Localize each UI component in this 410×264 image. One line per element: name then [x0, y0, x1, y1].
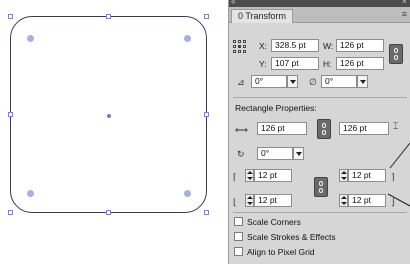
- artboard-canvas[interactable]: [0, 0, 225, 264]
- corner-tr-field[interactable]: 12 pt: [348, 169, 386, 182]
- align-pixel-grid-label: Align to Pixel Grid: [247, 247, 315, 257]
- center-point: [107, 114, 111, 118]
- corner-type-tl-icon[interactable]: ⌈: [233, 172, 237, 182]
- corner-tl-field[interactable]: 12 pt: [254, 169, 292, 182]
- corner-bl-field[interactable]: 12 pt: [254, 194, 292, 207]
- corner-bl-stepper[interactable]: [245, 194, 254, 207]
- tab-transform[interactable]: 0 Transform: [231, 9, 294, 23]
- x-field[interactable]: 328.5 pt: [271, 39, 319, 52]
- rotate-angle-icon: ⊿: [237, 77, 245, 87]
- corner-widget-bottom-right[interactable]: [184, 190, 191, 197]
- section-divider: [233, 97, 407, 98]
- close-icon[interactable]: ×: [402, 0, 407, 6]
- rect-rotation-dropdown[interactable]: [293, 147, 304, 160]
- constrain-proportions-button[interactable]: [389, 44, 403, 64]
- rect-height-field[interactable]: 126 pt: [339, 122, 389, 135]
- scale-strokes-checkbox[interactable]: [234, 232, 243, 241]
- tab-prefix: 0: [238, 11, 244, 21]
- y-label: Y:: [259, 59, 267, 69]
- corner-tr-stepper[interactable]: [339, 169, 348, 182]
- angle-dropdown[interactable]: [287, 75, 298, 88]
- rect-rotation-field[interactable]: 0°: [257, 147, 293, 160]
- h-label: H:: [323, 59, 332, 69]
- corner-widget-top-left[interactable]: [27, 35, 34, 42]
- panel-menu-icon[interactable]: ≡: [402, 9, 407, 19]
- resize-handle-middle-left[interactable]: [8, 112, 13, 117]
- rect-width-field[interactable]: 126 pt: [257, 122, 307, 135]
- corner-br-stepper[interactable]: [339, 194, 348, 207]
- corner-widget-top-right[interactable]: [184, 35, 191, 42]
- resize-handle-top-left[interactable]: [8, 14, 13, 19]
- resize-handle-middle-right[interactable]: [204, 112, 209, 117]
- corner-type-tr-icon[interactable]: ⌉: [391, 172, 395, 182]
- rect-constrain-button[interactable]: [317, 119, 331, 139]
- angle-field[interactable]: 0°: [251, 75, 287, 88]
- w-label: W:: [323, 41, 334, 51]
- resize-handle-bottom-right[interactable]: [204, 210, 209, 215]
- resize-handle-bottom-center[interactable]: [106, 210, 111, 215]
- shear-icon: ∅: [309, 77, 317, 87]
- panel-title-bar[interactable]: « ×: [229, 0, 410, 7]
- corner-br-field[interactable]: 12 pt: [348, 194, 386, 207]
- panel-tab-strip: 0 Transform ≡: [229, 7, 410, 23]
- x-label: X:: [259, 41, 268, 51]
- tab-label: Transform: [245, 11, 287, 21]
- resize-handle-bottom-left[interactable]: [8, 210, 13, 215]
- section-divider: [233, 212, 407, 213]
- corner-widget-bottom-left[interactable]: [27, 190, 34, 197]
- transform-panel: « × 0 Transform ≡ X: 328.5 pt W: 126 pt …: [228, 0, 410, 264]
- rectangle-properties-title: Rectangle Properties:: [235, 103, 317, 113]
- scale-strokes-label: Scale Strokes & Effects: [247, 232, 336, 242]
- align-pixel-grid-checkbox[interactable]: [234, 247, 243, 256]
- shear-field[interactable]: 0°: [321, 75, 357, 88]
- y-field[interactable]: 107 pt: [271, 57, 319, 70]
- reference-point-locator[interactable]: [233, 40, 247, 54]
- scale-corners-checkbox[interactable]: [234, 217, 243, 226]
- corner-type-bl-icon[interactable]: ⌊: [233, 197, 237, 207]
- w-field[interactable]: 126 pt: [336, 39, 384, 52]
- resize-handle-top-right[interactable]: [204, 14, 209, 19]
- resize-handle-top-center[interactable]: [106, 14, 111, 19]
- h-field[interactable]: 126 pt: [336, 57, 384, 70]
- collapse-arrows-icon[interactable]: «: [231, 0, 235, 6]
- rect-width-icon: ⟷: [235, 125, 248, 135]
- rect-height-icon: ⌶: [393, 121, 399, 131]
- corner-type-br-icon[interactable]: ⌋: [391, 197, 395, 207]
- rect-rotate-icon: ↻: [237, 149, 245, 159]
- corner-link-button[interactable]: [314, 177, 328, 197]
- shear-dropdown[interactable]: [357, 75, 368, 88]
- corner-tl-stepper[interactable]: [245, 169, 254, 182]
- scale-corners-label: Scale Corners: [247, 217, 301, 227]
